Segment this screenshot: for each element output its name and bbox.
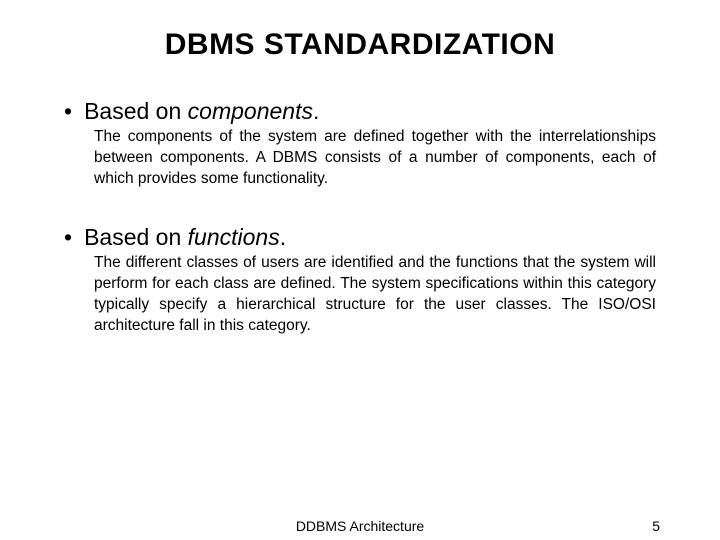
body-text: The components of the system are defined… xyxy=(94,127,656,190)
page-number: 5 xyxy=(652,518,660,534)
bullet-icon: • xyxy=(64,224,72,251)
footer-center-text: DDBMS Architecture xyxy=(296,518,424,534)
heading-suffix: . xyxy=(280,224,286,250)
bullet-icon: • xyxy=(64,98,72,125)
heading-text: Based on functions. xyxy=(84,224,286,251)
heading-text: Based on components. xyxy=(84,98,319,125)
heading-prefix: Based on xyxy=(84,224,188,250)
heading-em: components xyxy=(188,98,313,124)
heading-em: functions xyxy=(188,224,280,250)
bullet-item: • Based on components. The components of… xyxy=(60,98,660,190)
body-text: The different classes of users are ident… xyxy=(94,253,656,337)
bullet-item: • Based on functions. The different clas… xyxy=(60,224,660,337)
heading-prefix: Based on xyxy=(84,98,188,124)
bullet-heading: • Based on components. xyxy=(64,98,660,125)
heading-suffix: . xyxy=(313,98,319,124)
slide-title: DBMS STANDARDIZATION xyxy=(60,28,660,62)
bullet-heading: • Based on functions. xyxy=(64,224,660,251)
